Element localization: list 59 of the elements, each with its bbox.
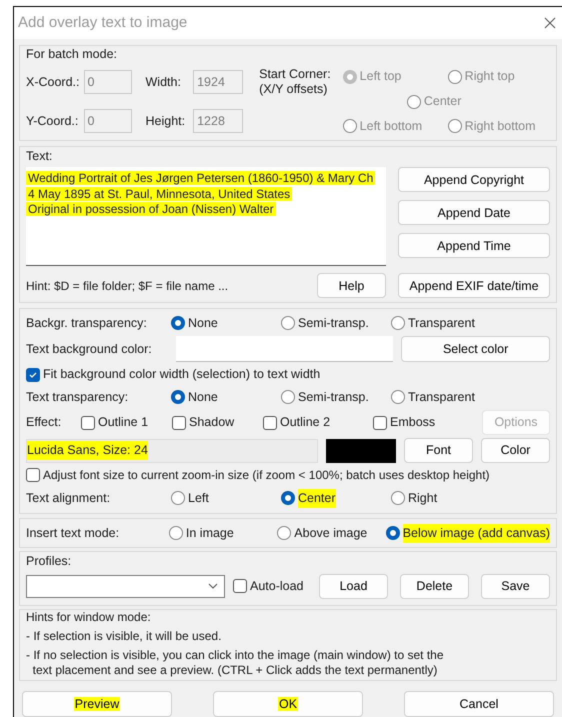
button[interactable]: Cancel xyxy=(404,690,554,717)
label: Text background color: xyxy=(26,341,153,358)
close-icon[interactable] xyxy=(544,16,556,29)
window-title: Add overlay text to image xyxy=(18,12,188,33)
label: Insert text mode: xyxy=(26,524,120,542)
checkbox[interactable]: Adjust font size to current zoom-in size (if zoom < 100%; batch uses desktop height) xyxy=(26,466,550,484)
button[interactable]: Append EXIF date/time xyxy=(398,273,550,298)
label: X-Coord.: xyxy=(26,74,80,91)
radio-option[interactable]: Semi-transp. xyxy=(281,388,391,407)
button[interactable]: Append Copyright xyxy=(398,167,550,192)
radio-option[interactable]: Transparent xyxy=(391,314,501,333)
label: Hints for window mode: xyxy=(26,610,152,625)
font-display: Lucida Sans, Size: 24 xyxy=(27,441,148,460)
radio-option[interactable]: In image xyxy=(168,524,278,543)
color-swatch[interactable] xyxy=(326,438,396,463)
button[interactable]: Append Date xyxy=(398,200,550,226)
hint-text: - If no selection is visible, you can click into the image (main window) to set the text placement and see a preview. (CTRL + Click adds the text permanently) xyxy=(26,648,445,678)
checkbox[interactable]: Auto-load xyxy=(233,577,304,596)
checkbox[interactable]: Shadow xyxy=(172,413,263,432)
label: Text alignment: xyxy=(26,490,112,507)
button[interactable]: Select color xyxy=(401,336,550,362)
checkbox[interactable]: Fit background color width (selection) to text width xyxy=(26,365,550,384)
label: Start Corner: xyxy=(259,67,331,82)
label: Hint: $D = file folder; $F = file name ... xyxy=(26,278,230,295)
label: Effect: xyxy=(26,414,62,432)
label: Backgr. transparency: xyxy=(26,315,148,332)
checkbox[interactable]: Outline 2 xyxy=(263,413,373,432)
color-swatch[interactable] xyxy=(176,336,394,362)
checkmark-icon xyxy=(28,370,38,380)
chevron-down-icon xyxy=(208,583,218,590)
label: For batch mode: xyxy=(26,46,118,63)
label: Y-Coord.: xyxy=(26,112,80,130)
button[interactable]: Save xyxy=(481,574,550,599)
label: Text: xyxy=(26,148,54,165)
button[interactable]: Load xyxy=(319,574,388,599)
checkbox[interactable]: Outline 1 xyxy=(81,413,172,432)
label: Text transparency: xyxy=(26,388,130,406)
hint-text: - If selection is visible, it will be used. xyxy=(26,628,222,644)
button[interactable]: OK xyxy=(213,690,363,717)
radio-option[interactable]: None xyxy=(171,388,281,407)
radio-option[interactable]: Left xyxy=(171,488,281,508)
label: Profiles: xyxy=(26,553,72,570)
radio-option[interactable]: Center xyxy=(281,488,391,508)
button[interactable]: Color xyxy=(481,438,550,464)
label: Width: xyxy=(146,74,182,91)
radio-option[interactable]: Transparent xyxy=(391,388,501,407)
checkbox[interactable]: Emboss xyxy=(373,413,464,432)
button[interactable]: Delete xyxy=(400,574,469,599)
radio-option[interactable]: Right xyxy=(391,488,501,508)
label: Height: xyxy=(146,112,186,130)
button[interactable]: Font xyxy=(404,438,473,464)
label: (X/Y offsets) xyxy=(259,82,328,98)
button[interactable]: Append Time xyxy=(398,233,550,258)
radio-option[interactable]: Above image xyxy=(277,524,386,543)
radio-option[interactable]: Semi-transp. xyxy=(281,314,391,333)
button[interactable]: Help xyxy=(317,273,386,298)
profile-dropdown[interactable] xyxy=(26,574,225,598)
radio-option[interactable]: None xyxy=(171,314,281,333)
button[interactable]: Preview xyxy=(22,690,172,717)
